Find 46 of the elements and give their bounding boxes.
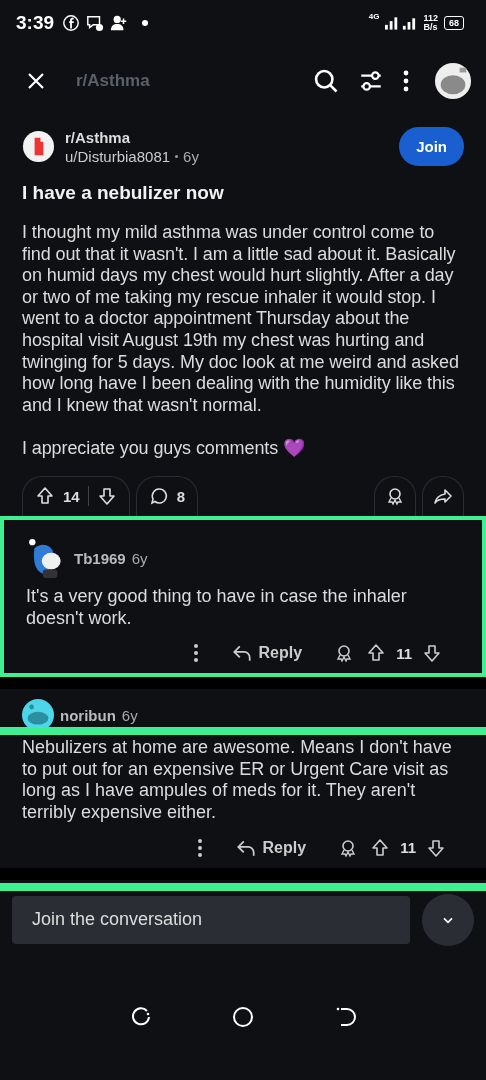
facebook-icon: [62, 13, 81, 32]
reply-button[interactable]: Reply: [228, 835, 313, 860]
award-button[interactable]: [374, 475, 416, 516]
comment-text: Nebulizers at home are awesome. Means I don't have to put out for an expensive ER or Urgent Care visit as long as I have ampules of meds for it. They aren't terribly expensive either.: [22, 737, 453, 824]
comment-age: 6y: [131, 550, 148, 568]
home-icon[interactable]: [231, 1004, 255, 1029]
separator-dot-icon: [175, 154, 179, 158]
downvote-icon[interactable]: [426, 837, 446, 858]
subreddit-avatar[interactable]: [22, 130, 55, 163]
add-person-icon: [110, 13, 129, 32]
upvote-icon[interactable]: [370, 837, 391, 858]
post-text: I appreciate you guys comments 💜: [22, 438, 306, 460]
user-avatar[interactable]: [434, 62, 472, 100]
subreddit-name[interactable]: r/Asthma: [65, 128, 199, 146]
upvote-icon[interactable]: [366, 643, 387, 664]
vote-count: 14: [63, 487, 80, 505]
reply-button[interactable]: Reply: [224, 641, 309, 666]
share-icon[interactable]: [433, 486, 453, 507]
comment-author[interactable]: Tb1969: [74, 550, 126, 568]
signal-icon: [385, 15, 418, 30]
post-author[interactable]: u/Disturbia8081: [65, 147, 171, 165]
comment-text: It's a very good thing to have in case the inhaler doesn't work.: [26, 585, 408, 630]
post-age: 6y: [183, 147, 199, 165]
status-time: 3:39: [16, 11, 55, 34]
vote-count: 11: [400, 839, 416, 856]
downvote-icon[interactable]: [96, 486, 117, 507]
battery-level: 68: [444, 15, 464, 30]
header-title: r/Asthma: [76, 71, 150, 91]
network-type: 4G: [368, 12, 380, 21]
share-button[interactable]: [422, 475, 464, 516]
comment-icon[interactable]: [148, 486, 169, 507]
post-text: I thought my mild asthma was under control come to find out that it wasn't. I am a little sad about it. Basically on humid days my chest would hurt slightly. After a day or two of me taking my rescue inhaler it would stop. I went to a doctor appointment Thursday about the hospital visit August 19th my chest was hurting and twinging for 5 days. My doc look at me weird and asked how long have I been dealing with the humidity like this and I knew that wasn't normal.: [22, 222, 460, 417]
network-speed: 112: [423, 13, 438, 23]
speed-unit: B/s: [423, 22, 438, 32]
comment-input-field[interactable]: Join the conversation: [12, 895, 410, 944]
chat-icon: [86, 13, 105, 32]
post-title: I have a nebulizer now: [22, 182, 225, 204]
notification-dot-icon: [142, 19, 149, 26]
join-button[interactable]: Join: [399, 127, 464, 166]
downvote-icon[interactable]: [422, 643, 442, 664]
comments-button[interactable]: 8: [135, 475, 199, 516]
vote-count: 11: [396, 644, 412, 662]
comment-author[interactable]: noribun: [60, 706, 116, 724]
upvote-icon[interactable]: [35, 486, 55, 507]
comment-age: 6y: [121, 706, 138, 724]
award-icon[interactable]: [385, 486, 405, 507]
